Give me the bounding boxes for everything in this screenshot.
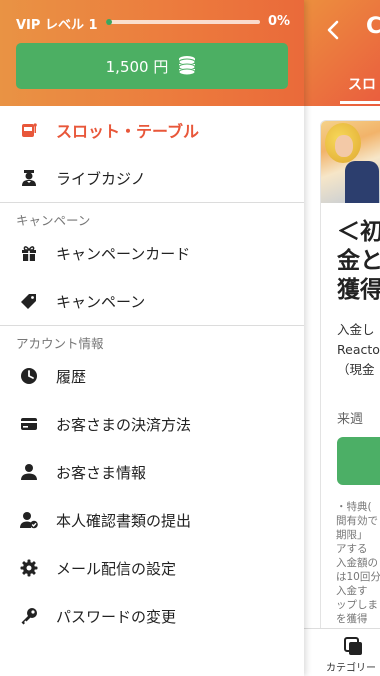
tab-underline: [340, 101, 380, 104]
gift-icon: [20, 244, 38, 262]
balance-button[interactable]: 1,500 円: [16, 43, 288, 89]
person-icon: [20, 463, 38, 481]
bottom-nav: カテゴリー: [304, 628, 380, 676]
menu-item-id-verification[interactable]: 本人確認書類の提出: [0, 496, 304, 544]
menu-item-label: ライブカジノ: [56, 169, 146, 188]
menu-item-label: パスワードの変更: [56, 607, 177, 626]
campaign-action-button[interactable]: [337, 437, 380, 485]
tag-icon: [20, 292, 38, 310]
campaign-banner-image: [321, 121, 380, 203]
vip-level-label: VIP レベル 1: [16, 18, 98, 33]
menu-item-campaign[interactable]: キャンペーン: [0, 277, 304, 325]
menu-item-label: メール配信の設定: [56, 559, 177, 578]
menu-item-mail-settings[interactable]: メール配信の設定: [0, 544, 304, 592]
bottom-nav-category-label[interactable]: カテゴリー: [326, 659, 376, 674]
slot-machine-icon: [20, 121, 38, 139]
campaign-body-text: 入金し Reacto （現金: [337, 322, 380, 377]
menu-item-label: お客さま情報: [56, 463, 147, 482]
menu-item-history[interactable]: 履歴: [0, 352, 304, 400]
menu-item-label: キャンペーンカード: [56, 244, 191, 263]
gear-icon: [20, 559, 38, 577]
menu-item-password-change[interactable]: パスワードの変更: [0, 592, 304, 640]
vip-progress-percent: 0%: [268, 14, 291, 29]
balance-amount: 1,500 円: [105, 57, 169, 76]
menu-item-label: お客さまの決済方法: [56, 415, 192, 434]
person-check-icon: [20, 511, 38, 529]
campaign-fine-print: ・特典( 間有効で 期限」 アする 入金額の は10回分 入金す ップしま を獲…: [336, 501, 380, 625]
side-drawer: VIP レベル 1 0% 1,500 円 スロット・テーブル ライブカジノ キャ…: [0, 0, 304, 676]
category-icon[interactable]: [344, 637, 364, 657]
credit-card-icon: [20, 415, 38, 433]
dealer-icon: [20, 169, 38, 187]
clock-icon: [20, 367, 38, 385]
section-title-campaign: キャンペーン: [16, 213, 91, 228]
menu-item-label: キャンペーン: [56, 292, 146, 311]
drawer-header: VIP レベル 1 0% 1,500 円: [0, 0, 304, 106]
background-tab-slots[interactable]: スロ: [348, 74, 376, 94]
section-title-account: アカウント情報: [16, 336, 104, 351]
menu-item-label: スロット・テーブル: [56, 122, 200, 141]
menu-item-customer-info[interactable]: お客さま情報: [0, 448, 304, 496]
menu-item-payment-methods[interactable]: お客さまの決済方法: [0, 400, 304, 448]
back-arrow-icon[interactable]: [322, 18, 346, 42]
background-header-title: C: [366, 14, 380, 39]
vip-progress-fill: [106, 19, 112, 25]
menu-item-label: 本人確認書類の提出: [56, 511, 192, 530]
campaign-title: ＜初 金と 獲得: [337, 219, 380, 303]
menu-item-slots-tables[interactable]: スロット・テーブル: [0, 106, 304, 154]
menu-item-campaign-card[interactable]: キャンペーンカード: [0, 229, 304, 277]
vip-progress-bar: [106, 19, 260, 25]
next-week-label: 来週: [337, 412, 364, 427]
menu-item-live-casino[interactable]: ライブカジノ: [0, 154, 304, 202]
key-icon: [20, 607, 38, 625]
coins-icon: [178, 56, 196, 76]
menu-item-label: 履歴: [56, 367, 87, 386]
